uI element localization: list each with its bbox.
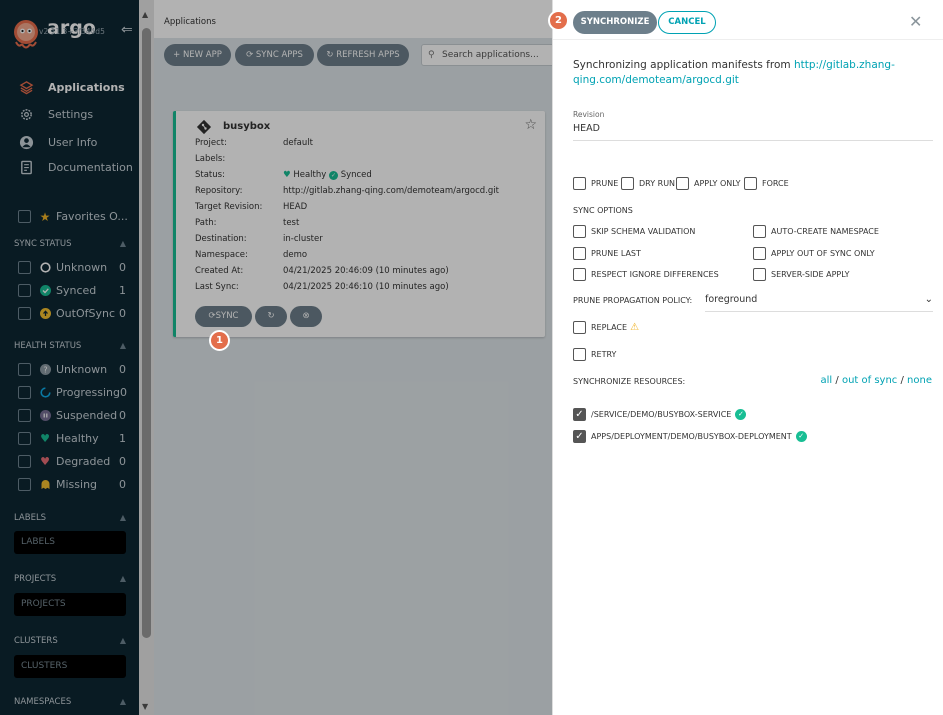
revision-input[interactable]: HEAD	[573, 123, 600, 134]
resource-label: /SERVICE/DEMO/BUSYBOX-SERVICE	[591, 410, 732, 419]
sync-intro: Synchronizing application manifests from…	[573, 58, 933, 88]
respect-ignore-option[interactable]: RESPECT IGNORE DIFFERENCES	[573, 268, 719, 281]
prune-option[interactable]: PRUNE	[573, 177, 618, 190]
synced-check-icon: ✓	[795, 431, 807, 442]
step-badge-1: 1	[209, 330, 230, 351]
chevron-down-icon: ⌄	[924, 294, 933, 305]
synced-check-icon: ✓	[735, 409, 747, 420]
checkbox[interactable]	[753, 268, 766, 281]
checkbox[interactable]	[573, 348, 586, 361]
apply-only-checkbox[interactable]	[676, 177, 689, 190]
panel-header: SYNCHRONIZE CANCEL ✕	[553, 0, 943, 40]
resource-checkbox-checked[interactable]: ✓	[573, 430, 586, 443]
prune-checkbox[interactable]	[573, 177, 586, 190]
prune-policy-label: PRUNE PROPAGATION POLICY:	[573, 296, 693, 305]
sync-resources-label: SYNCHRONIZE RESOURCES:	[573, 377, 686, 386]
checkbox[interactable]	[573, 247, 586, 260]
replace-option[interactable]: REPLACE ⚠	[573, 321, 639, 334]
revision-label: Revision	[573, 110, 605, 119]
checkbox[interactable]	[753, 225, 766, 238]
skip-schema-option[interactable]: SKIP SCHEMA VALIDATION	[573, 225, 695, 238]
checkbox[interactable]	[573, 268, 586, 281]
select-all-link[interactable]: all	[821, 375, 833, 386]
prune-policy-value: foreground	[705, 294, 758, 305]
auto-create-namespace-option[interactable]: AUTO-CREATE NAMESPACE	[753, 225, 879, 238]
apply-only-option[interactable]: APPLY ONLY	[676, 177, 741, 190]
option-label: SERVER-SIDE APPLY	[771, 270, 850, 279]
option-label: DRY RUN	[639, 179, 676, 188]
prune-last-option[interactable]: PRUNE LAST	[573, 247, 641, 260]
checkbox[interactable]	[753, 247, 766, 260]
force-option[interactable]: FORCE	[744, 177, 789, 190]
option-label: RESPECT IGNORE DIFFERENCES	[591, 270, 719, 279]
sync-options-title: SYNC OPTIONS	[573, 206, 633, 215]
step-badge-2: 2	[548, 10, 569, 31]
option-label: SKIP SCHEMA VALIDATION	[591, 227, 696, 236]
checkbox[interactable]	[573, 321, 586, 334]
repo-link[interactable]: http://gitlab.zhang-	[794, 59, 895, 71]
cancel-button[interactable]: CANCEL	[658, 11, 716, 34]
separator: /	[900, 375, 904, 386]
option-label: REPLACE	[591, 323, 628, 332]
select-none-link[interactable]: none	[907, 375, 932, 386]
option-label: FORCE	[762, 179, 789, 188]
dry-run-option[interactable]: DRY RUN	[621, 177, 675, 190]
option-label: APPLY ONLY	[694, 179, 741, 188]
app-window: argo v2.11.3+3f344d5 ⇐ Applications Sett…	[0, 0, 943, 715]
force-checkbox[interactable]	[744, 177, 757, 190]
retry-option[interactable]: RETRY	[573, 348, 616, 361]
resource-selectors: all / out of sync / none	[821, 375, 932, 386]
separator: /	[835, 375, 839, 386]
resource-checkbox-checked[interactable]: ✓	[573, 408, 586, 421]
revision-underline	[573, 140, 933, 141]
apply-out-of-sync-option[interactable]: APPLY OUT OF SYNC ONLY	[753, 247, 875, 260]
repo-link-cont[interactable]: qing.com/demoteam/argocd.git	[573, 74, 739, 86]
checkbox[interactable]	[573, 225, 586, 238]
server-side-apply-option[interactable]: SERVER-SIDE APPLY	[753, 268, 850, 281]
option-label: APPLY OUT OF SYNC ONLY	[771, 249, 875, 258]
option-label: PRUNE	[591, 179, 619, 188]
dry-run-checkbox[interactable]	[621, 177, 634, 190]
resource-item[interactable]: ✓ APPS/DEPLOYMENT/DEMO/BUSYBOX-DEPLOYMENT…	[573, 430, 807, 443]
select-out-of-sync-link[interactable]: out of sync	[842, 375, 897, 386]
modal-backdrop[interactable]	[0, 0, 552, 715]
intro-text: Synchronizing application manifests from	[573, 59, 791, 71]
prune-policy-select[interactable]: foreground ⌄	[705, 290, 933, 312]
warning-icon: ⚠	[630, 322, 640, 333]
option-label: AUTO-CREATE NAMESPACE	[771, 227, 879, 236]
close-icon[interactable]: ✕	[909, 12, 922, 31]
option-label: RETRY	[591, 350, 617, 359]
sync-panel: SYNCHRONIZE CANCEL ✕ 2 Synchronizing app…	[548, 0, 943, 715]
resource-item[interactable]: ✓/SERVICE/DEMO/BUSYBOX-SERVICE ✓	[573, 408, 747, 421]
synchronize-button[interactable]: SYNCHRONIZE	[573, 11, 657, 34]
resource-label: APPS/DEPLOYMENT/DEMO/BUSYBOX-DEPLOYMENT	[591, 432, 792, 441]
option-label: PRUNE LAST	[591, 249, 641, 258]
